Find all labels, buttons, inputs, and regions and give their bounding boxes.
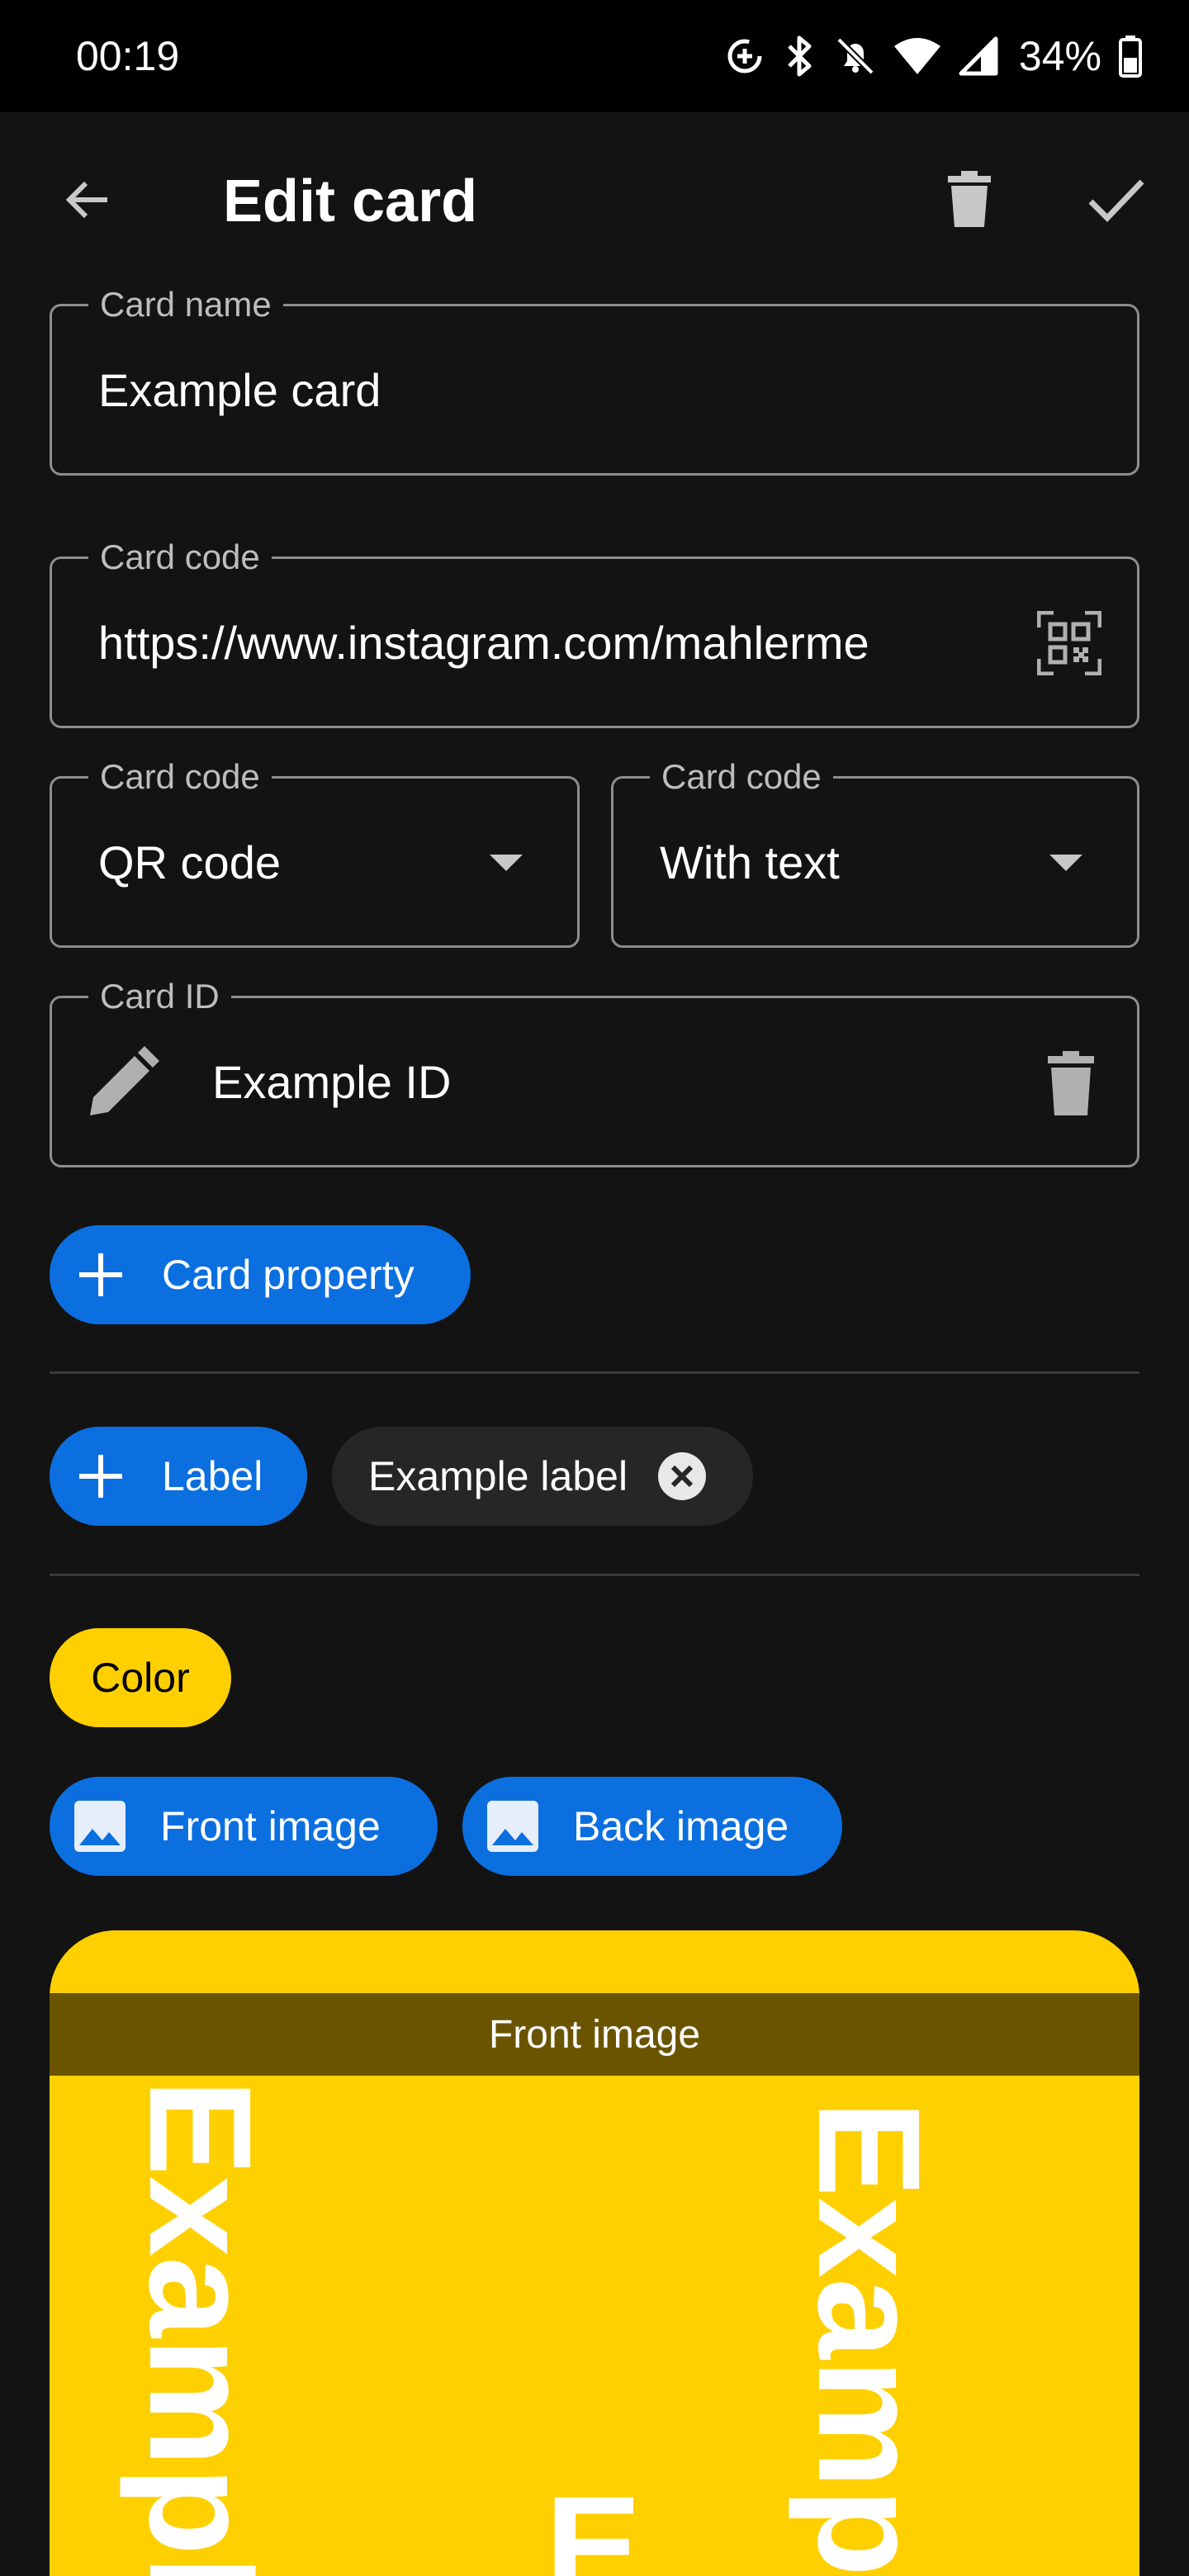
scan-code-button[interactable] <box>1031 605 1107 681</box>
add-label-button[interactable]: Label <box>50 1427 307 1526</box>
delete-id-button[interactable] <box>1031 1044 1111 1124</box>
preview-text-right: Example <box>788 2100 950 2576</box>
card-id-input[interactable]: Example ID <box>212 1056 451 1109</box>
dropdown-arrow-icon <box>1049 855 1082 871</box>
divider <box>50 1371 1139 1374</box>
card-preview-banner: Front image <box>50 1993 1139 2076</box>
edit-id-button[interactable] <box>82 1041 164 1124</box>
trash-icon <box>1048 1051 1094 1115</box>
data-saver-icon <box>727 39 762 73</box>
example-label-chip[interactable]: Example label <box>332 1427 753 1526</box>
back-image-label: Back image <box>573 1803 789 1849</box>
status-time: 00:19 <box>76 33 180 79</box>
status-icons: 34% <box>725 30 1143 83</box>
barcode-type-dropdown[interactable]: Card code QR code <box>50 757 580 948</box>
battery-icon <box>1119 36 1142 78</box>
barcode-type-value: QR code <box>98 836 281 888</box>
save-button[interactable] <box>1078 162 1154 238</box>
divider <box>50 1574 1139 1576</box>
qr-scan-icon <box>1037 611 1101 675</box>
trash-icon <box>948 171 991 227</box>
wifi-icon <box>893 38 940 74</box>
remove-label-button[interactable] <box>657 1451 707 1501</box>
plus-icon <box>79 1253 122 1296</box>
add-card-property-button[interactable]: Card property <box>50 1225 471 1324</box>
plus-icon <box>79 1455 122 1498</box>
app-bar <box>0 112 1189 294</box>
card-id-label: Card ID <box>88 977 231 1016</box>
card-name-label: Card name <box>88 285 283 324</box>
image-icon <box>74 1801 126 1852</box>
card-code-field[interactable]: Card code https://www.instagram.com/mahl… <box>50 537 1139 728</box>
color-label: Color <box>91 1655 190 1701</box>
pencil-icon <box>90 1046 159 1115</box>
front-image-button[interactable]: Front image <box>50 1777 438 1876</box>
check-icon <box>1088 179 1144 223</box>
card-code-label: Card code <box>88 537 272 577</box>
barcode-type-label: Card code <box>88 757 272 797</box>
back-button[interactable] <box>50 162 126 238</box>
front-image-label: Front image <box>160 1803 381 1849</box>
arrow-back-icon <box>65 181 107 219</box>
example-label-text: Example label <box>368 1453 628 1499</box>
card-id-field[interactable]: Card ID Example ID <box>50 977 1139 1167</box>
color-button[interactable]: Color <box>50 1628 231 1727</box>
page-title: Edit card <box>223 168 478 234</box>
card-preview[interactable]: Front image Example Example E <box>50 1930 1139 2576</box>
bell-off-icon <box>836 37 874 75</box>
barcode-text-label: Card code <box>650 757 833 797</box>
barcode-text-dropdown[interactable]: Card code With text <box>611 757 1139 948</box>
signal-icon <box>959 36 998 76</box>
battery-percent: 34% <box>1018 33 1101 79</box>
delete-card-button[interactable] <box>931 162 1007 238</box>
card-name-input[interactable]: Example card <box>98 364 381 417</box>
card-property-label: Card property <box>162 1252 414 1298</box>
barcode-text-value: With text <box>660 836 840 888</box>
back-image-button[interactable]: Back image <box>462 1777 842 1876</box>
preview-text-left: Example <box>119 2079 281 2576</box>
close-circle-icon <box>658 1452 707 1500</box>
add-label-text: Label <box>162 1453 263 1499</box>
card-name-field[interactable]: Card name Example card <box>50 285 1139 476</box>
card-code-input[interactable]: https://www.instagram.com/mahlerme <box>98 617 869 669</box>
image-icon <box>487 1801 538 1852</box>
preview-text-bottom: E <box>545 2467 642 2576</box>
bluetooth-icon <box>788 36 812 77</box>
dropdown-arrow-icon <box>490 855 523 871</box>
